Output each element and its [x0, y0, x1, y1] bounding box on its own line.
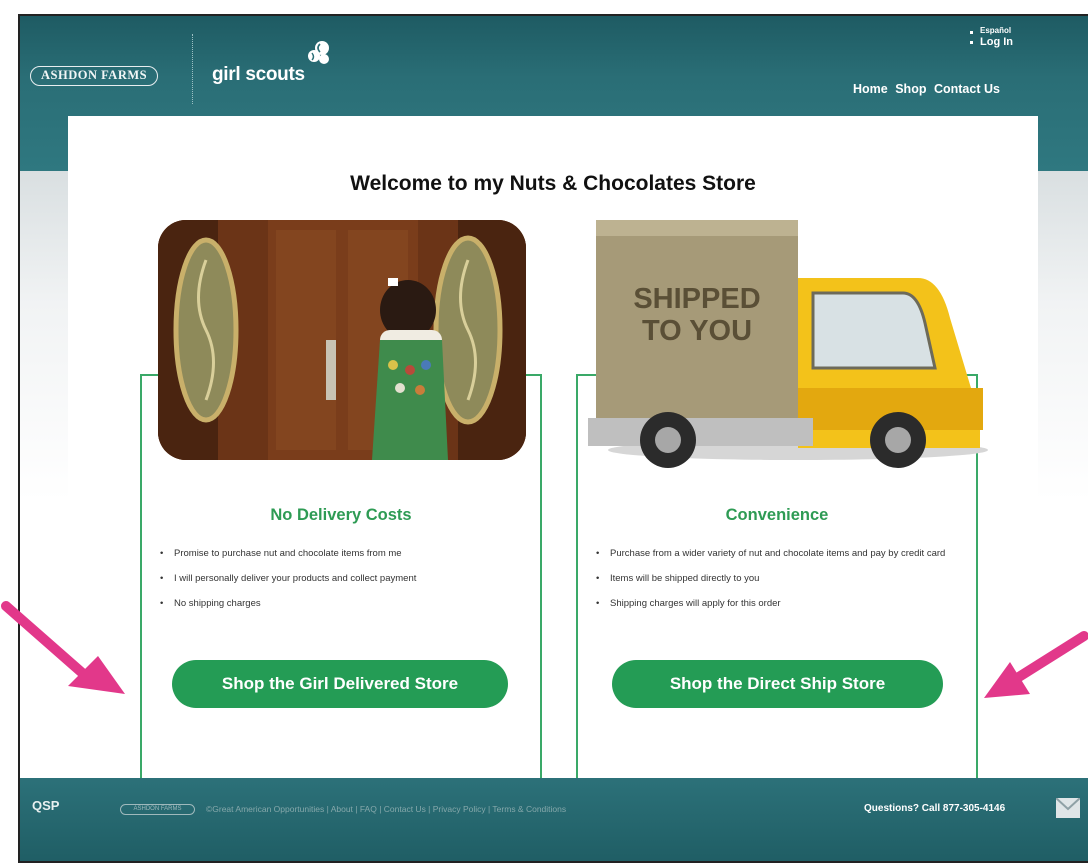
main-nav: Home Shop Contact Us: [853, 82, 1004, 96]
card-bullets: Promise to purchase nut and chocolate it…: [160, 548, 530, 623]
logo-divider: [192, 34, 193, 104]
site-footer: QSP ASHDON FARMS ©Great American Opportu…: [20, 778, 1088, 861]
list-item: I will personally deliver your products …: [160, 573, 530, 585]
footer-links[interactable]: ©Great American Opportunities | About | …: [206, 804, 566, 814]
shop-direct-ship-button[interactable]: Shop the Direct Ship Store: [612, 660, 943, 708]
utility-links: Español Log In: [970, 26, 1013, 48]
nav-home[interactable]: Home: [853, 82, 888, 96]
page-title: Welcome to my Nuts & Chocolates Store: [350, 172, 756, 195]
list-item: No shipping charges: [160, 598, 530, 610]
content-panel: Welcome to my Nuts & Chocolates Store No…: [68, 116, 1038, 788]
nav-contact-us[interactable]: Contact Us: [934, 82, 1000, 96]
ashdon-farms-logo[interactable]: ASHDON FARMS: [30, 66, 159, 86]
girl-scouts-logo[interactable]: girl scouts: [212, 64, 305, 86]
truck-box-line-1: SHIPPED: [633, 283, 760, 315]
card-bullets: Purchase from a wider variety of nut and…: [596, 548, 966, 623]
support-phone: Questions? Call 877-305-4146: [864, 803, 1006, 814]
browser-frame: ASHDON FARMS girl scouts Español Log In …: [18, 14, 1088, 863]
footer-ashdon-logo[interactable]: ASHDON FARMS: [120, 804, 195, 815]
list-item: Promise to purchase nut and chocolate it…: [160, 548, 530, 560]
shipped-truck-illustration: SHIPPED TO YOU: [588, 220, 988, 468]
girl-scouts-trefoil-icon: [308, 41, 329, 64]
shop-girl-delivered-button[interactable]: Shop the Girl Delivered Store: [172, 660, 508, 708]
left-annotation-arrow-icon: [1, 601, 125, 694]
list-item: Shipping charges will apply for this ord…: [596, 598, 966, 610]
nav-shop[interactable]: Shop: [895, 82, 926, 96]
card-title: No Delivery Costs: [270, 506, 412, 524]
truck-box-line-2: TO YOU: [642, 315, 752, 347]
right-annotation-arrow-icon: [984, 631, 1088, 698]
login-link[interactable]: Log In: [970, 36, 1013, 48]
girl-scout-door-photo: [158, 220, 526, 460]
list-item: Purchase from a wider variety of nut and…: [596, 548, 966, 560]
list-item: Items will be shipped directly to you: [596, 573, 966, 585]
card-title: Convenience: [725, 506, 829, 524]
mail-icon[interactable]: [1056, 798, 1080, 818]
qsp-logo[interactable]: QSP: [32, 798, 59, 813]
espanol-link[interactable]: Español: [970, 26, 1013, 36]
